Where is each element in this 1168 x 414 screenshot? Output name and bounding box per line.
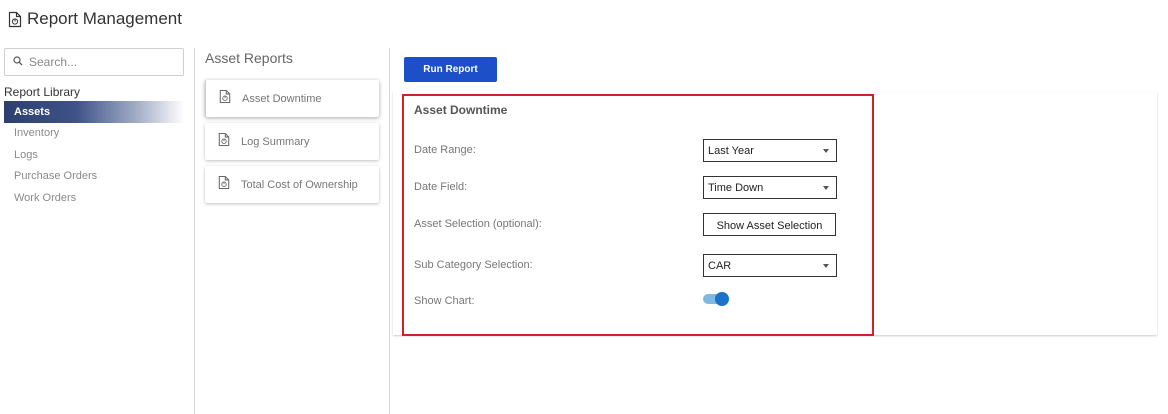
report-card-label: Asset Downtime	[242, 92, 322, 105]
report-card-label: Log Summary	[241, 135, 310, 148]
sidebar-item-inventory[interactable]: Inventory	[4, 123, 184, 145]
report-card-label: Total Cost of Ownership	[241, 178, 358, 191]
date-field-value: Time Down	[708, 181, 764, 194]
report-doc-icon	[218, 175, 230, 195]
reports-divider	[389, 48, 390, 414]
search-input[interactable]	[29, 55, 169, 69]
run-report-button[interactable]: Run Report	[404, 57, 497, 82]
sidebar-divider	[194, 48, 195, 414]
sidebar-item-purchase-orders[interactable]: Purchase Orders	[4, 166, 184, 188]
sub-category-select[interactable]: CAR	[703, 254, 837, 277]
search-icon	[13, 53, 23, 71]
sub-category-value: CAR	[708, 259, 732, 272]
sidebar-item-logs[interactable]: Logs	[4, 144, 184, 166]
date-range-select[interactable]: Last Year	[703, 139, 837, 162]
page-title: Report Management	[27, 9, 182, 28]
report-doc-icon	[218, 132, 230, 152]
sidebar-item-assets[interactable]: Assets	[4, 101, 184, 123]
show-asset-selection-button[interactable]: Show Asset Selection	[703, 213, 836, 236]
parameters-title: Asset Downtime	[414, 103, 508, 117]
show-chart-label: Show Chart:	[414, 295, 475, 307]
report-card-total-cost-of-ownership[interactable]: Total Cost of Ownership	[205, 166, 379, 203]
report-doc-icon	[219, 89, 231, 109]
toggle-knob	[715, 292, 729, 306]
app-title: Report Management	[8, 9, 182, 29]
date-field-select[interactable]: Time Down	[703, 176, 837, 199]
chevron-down-icon	[823, 264, 829, 268]
asset-reports-title: Asset Reports	[205, 50, 293, 66]
date-range-value: Last Year	[708, 144, 754, 157]
report-library-nav: Assets Inventory Logs Purchase Orders Wo…	[4, 101, 184, 209]
search-box[interactable]	[4, 48, 184, 76]
report-doc-icon	[8, 11, 22, 28]
asset-selection-label: Asset Selection (optional):	[414, 218, 542, 230]
date-range-label: Date Range:	[414, 144, 476, 156]
report-card-log-summary[interactable]: Log Summary	[205, 123, 379, 160]
sub-category-label: Sub Category Selection:	[414, 259, 533, 271]
report-library-title: Report Library	[4, 85, 81, 99]
date-field-label: Date Field:	[414, 181, 468, 193]
sidebar-item-work-orders[interactable]: Work Orders	[4, 187, 184, 209]
top-bar: Report Management	[0, 0, 1168, 40]
show-chart-toggle[interactable]	[703, 292, 729, 306]
chevron-down-icon	[823, 149, 829, 153]
chevron-down-icon	[823, 186, 829, 190]
report-card-asset-downtime[interactable]: Asset Downtime	[205, 80, 379, 117]
